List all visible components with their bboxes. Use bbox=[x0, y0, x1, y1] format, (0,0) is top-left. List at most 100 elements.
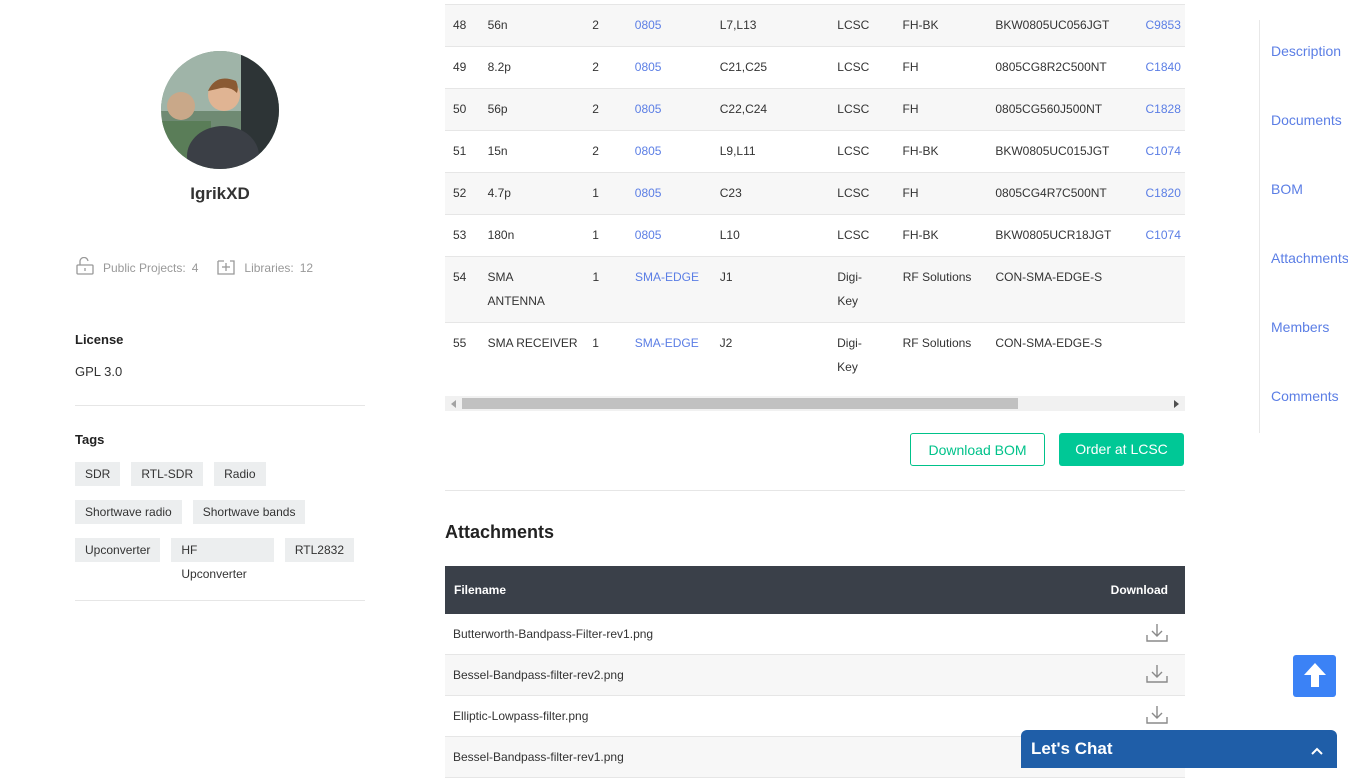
bom-mpn: BKW0805UC015JGT bbox=[995, 144, 1110, 158]
bom-supplier-part-link[interactable]: C1074 bbox=[1146, 125, 1186, 172]
nav-documents[interactable]: Documents bbox=[1271, 112, 1342, 128]
tag[interactable]: Shortwave radio bbox=[75, 500, 182, 524]
bom-no: 52 bbox=[453, 186, 467, 200]
bom-mpn: 0805CG4R7C500NT bbox=[995, 186, 1107, 200]
download-icon[interactable] bbox=[1145, 705, 1169, 728]
bom-supplier: LCSC bbox=[837, 186, 870, 200]
bom-designator: L7,L13 bbox=[719, 18, 757, 32]
page-section-nav: Description Documents BOM Attachments Me… bbox=[1259, 20, 1348, 433]
bom-supplier-part-link[interactable]: C9853 bbox=[1146, 4, 1186, 46]
bom-manufacturer: FH-BK bbox=[902, 228, 939, 242]
bom-qty: 2 bbox=[592, 102, 599, 116]
tag[interactable]: RTL2832 bbox=[284, 538, 354, 562]
scroll-left-icon[interactable] bbox=[451, 400, 456, 408]
avatar[interactable] bbox=[161, 51, 279, 169]
nav-description[interactable]: Description bbox=[1271, 43, 1341, 59]
bom-qty: 1 bbox=[592, 228, 599, 242]
download-icon[interactable] bbox=[1145, 623, 1169, 646]
attachment-filename: Bessel-Bandpass-filter-rev2.png bbox=[453, 668, 624, 682]
order-at-lcsc-button[interactable]: Order at LCSC bbox=[1059, 433, 1184, 466]
download-column-header: Download bbox=[1110, 583, 1168, 597]
bom-supplier-part-link[interactable] bbox=[1146, 251, 1185, 322]
table-row: 51 15n 2 0805 L9,L11 LCSC FH-BK BKW0805U… bbox=[445, 130, 1185, 172]
bom-value: SMA RECEIVER bbox=[487, 336, 578, 350]
license-title: License bbox=[75, 332, 124, 347]
public-projects-stat[interactable]: Public Projects: 4 bbox=[75, 256, 198, 278]
table-row: 48 56n 2 0805 L7,L13 LCSC FH-BK BKW0805U… bbox=[445, 4, 1185, 46]
bom-package-link[interactable]: 0805 bbox=[635, 209, 720, 256]
nav-bom[interactable]: BOM bbox=[1271, 181, 1303, 197]
bom-supplier: Digi-Key bbox=[837, 336, 862, 374]
add-library-icon bbox=[216, 257, 244, 278]
bom-supplier: LCSC bbox=[837, 144, 870, 158]
bom-package-link[interactable]: SMA-EDGE bbox=[635, 251, 720, 322]
chat-widget[interactable]: Let's Chat bbox=[1021, 730, 1337, 768]
libraries-stat[interactable]: Libraries: 12 bbox=[216, 257, 313, 278]
bom-supplier-part-link[interactable]: C1074 bbox=[1146, 209, 1186, 256]
back-to-top-button[interactable] bbox=[1293, 655, 1336, 697]
bom-no: 53 bbox=[453, 228, 467, 242]
bom-supplier-part-link[interactable] bbox=[1146, 317, 1185, 388]
libraries-count: 12 bbox=[299, 260, 314, 275]
libraries-label: Libraries: bbox=[244, 260, 294, 275]
bom-supplier-part-link[interactable]: C1840 bbox=[1146, 41, 1186, 88]
bom-manufacturer: FH bbox=[902, 186, 919, 200]
divider bbox=[445, 490, 1185, 491]
chat-label: Let's Chat bbox=[1031, 739, 1113, 758]
bom-supplier: LCSC bbox=[837, 228, 870, 242]
bom-package-link[interactable]: 0805 bbox=[635, 167, 720, 214]
bom-qty: 2 bbox=[592, 18, 599, 32]
download-bom-button[interactable]: Download BOM bbox=[910, 433, 1045, 466]
bom-package-link[interactable]: 0805 bbox=[635, 4, 720, 46]
bom-mpn: CON-SMA-EDGE-S bbox=[995, 270, 1103, 284]
bom-no: 54 bbox=[453, 270, 467, 284]
chevron-up-icon[interactable] bbox=[1311, 744, 1323, 758]
divider bbox=[75, 405, 365, 406]
bom-supplier: LCSC bbox=[837, 60, 870, 74]
bom-designator: L10 bbox=[719, 228, 740, 242]
bom-supplier: LCSC bbox=[837, 18, 870, 32]
horizontal-scrollbar[interactable] bbox=[445, 396, 1185, 411]
filename-column-header: Filename bbox=[454, 583, 507, 597]
bom-mpn: 0805CG560J500NT bbox=[995, 102, 1103, 116]
tag[interactable]: SDR bbox=[75, 462, 121, 486]
bom-package-link[interactable]: 0805 bbox=[635, 41, 720, 88]
divider bbox=[75, 600, 365, 601]
bom-package-link[interactable]: SMA-EDGE bbox=[635, 317, 720, 388]
bom-value: 8.2p bbox=[487, 60, 511, 74]
tag[interactable]: Upconverter bbox=[75, 538, 161, 562]
bom-manufacturer: RF Solutions bbox=[902, 270, 972, 284]
bom-qty: 2 bbox=[592, 144, 599, 158]
public-projects-label: Public Projects: bbox=[103, 260, 186, 275]
nav-members[interactable]: Members bbox=[1271, 319, 1329, 335]
bom-value: 4.7p bbox=[487, 186, 511, 200]
bom-table: 48 56n 2 0805 L7,L13 LCSC FH-BK BKW0805U… bbox=[445, 4, 1185, 388]
bom-designator: C22,C24 bbox=[719, 102, 768, 116]
bom-no: 48 bbox=[453, 18, 467, 32]
bom-mpn: BKW0805UC056JGT bbox=[995, 18, 1110, 32]
bom-value: 15n bbox=[487, 144, 508, 158]
nav-attachments[interactable]: Attachments bbox=[1271, 250, 1348, 266]
tag[interactable]: Shortwave bands bbox=[192, 500, 306, 524]
attachment-filename: Elliptic-Lowpass-filter.png bbox=[453, 709, 589, 723]
scroll-right-icon[interactable] bbox=[1174, 400, 1179, 408]
bom-no: 51 bbox=[453, 144, 467, 158]
bom-supplier-part-link[interactable]: C1828 bbox=[1146, 83, 1186, 130]
bom-value: 180n bbox=[487, 228, 515, 242]
bom-package-link[interactable]: 0805 bbox=[635, 125, 720, 172]
download-icon[interactable] bbox=[1145, 664, 1169, 687]
bom-manufacturer: FH bbox=[902, 60, 919, 74]
attachments-title: Attachments bbox=[445, 522, 555, 542]
bom-value: SMA ANTENNA bbox=[487, 270, 545, 308]
table-header: Filename Download bbox=[445, 566, 1185, 614]
bom-manufacturer: FH-BK bbox=[902, 18, 939, 32]
bom-package-link[interactable]: 0805 bbox=[635, 83, 720, 130]
table-row: Butterworth-Bandpass-Filter-rev1.png bbox=[445, 614, 1185, 655]
tag[interactable]: Radio bbox=[214, 462, 266, 486]
tag[interactable]: HF Upconverter bbox=[171, 538, 274, 581]
bom-mpn: 0805CG8R2C500NT bbox=[995, 60, 1107, 74]
tag[interactable]: RTL-SDR bbox=[131, 462, 204, 486]
bom-supplier-part-link[interactable]: C1820 bbox=[1146, 167, 1186, 214]
scrollbar-thumb[interactable] bbox=[462, 398, 1018, 409]
nav-comments[interactable]: Comments bbox=[1271, 388, 1339, 404]
